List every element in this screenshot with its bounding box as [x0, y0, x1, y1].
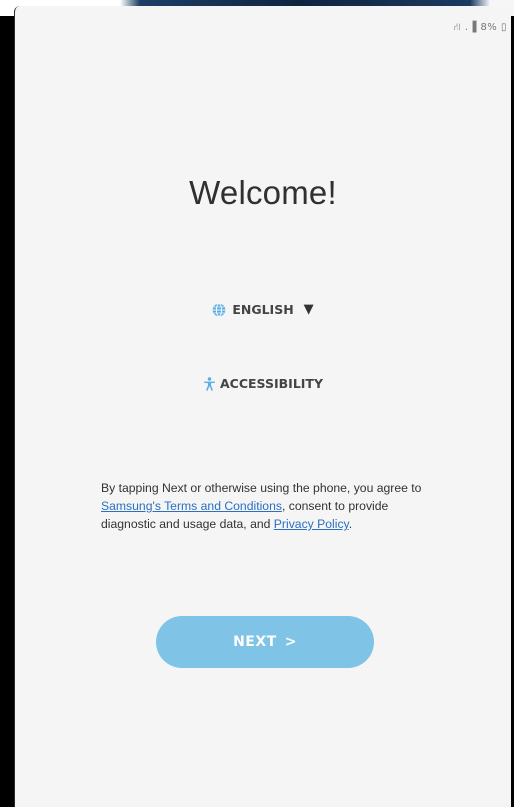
language-selector[interactable]: ENGLISH ▼ — [15, 302, 511, 317]
chevron-right-icon: > — [284, 634, 297, 650]
caret-down-icon: ▼ — [303, 302, 314, 317]
language-label: ENGLISH — [232, 302, 294, 317]
accessibility-icon — [203, 376, 215, 391]
next-button[interactable]: NEXT > — [156, 616, 374, 668]
terms-conditions-link[interactable]: Samsung's Terms and Conditions — [101, 499, 282, 513]
setup-screen: ⛙ .▐ 8% ▯ Welcome! ENGLISH ▼ ACCESSIBILI… — [14, 6, 511, 807]
terms-text-part1: By tapping Next or otherwise using the p… — [101, 481, 422, 495]
welcome-title: Welcome! — [189, 174, 337, 211]
next-button-label: NEXT — [233, 634, 277, 650]
terms-text-part3: . — [348, 517, 353, 531]
accessibility-button[interactable]: ACCESSIBILITY — [15, 376, 511, 391]
status-bar: ⛙ .▐ 8% ▯ — [453, 22, 507, 33]
accessibility-label: ACCESSIBILITY — [219, 376, 324, 391]
globe-icon — [213, 302, 226, 317]
terms-text: By tapping Next or otherwise using the p… — [101, 479, 441, 533]
privacy-policy-link[interactable]: Privacy Policy — [274, 517, 349, 531]
